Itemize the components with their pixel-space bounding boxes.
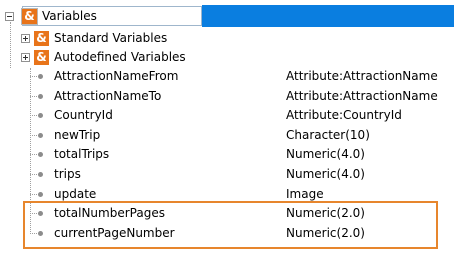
collapse-icon[interactable]	[5, 12, 14, 21]
variable-type: Character(10)	[286, 128, 370, 142]
bullet-icon	[38, 172, 43, 177]
variable-row[interactable]: newTrip Character(10)	[0, 126, 454, 145]
variable-row[interactable]: AttractionNameTo Attribute:AttractionName	[0, 87, 454, 106]
bullet-icon	[38, 113, 43, 118]
variable-name: totalTrips	[54, 147, 110, 161]
bullet-icon	[38, 192, 43, 197]
variable-row[interactable]: CountryId Attribute:CountryId	[0, 106, 454, 125]
bullet-icon	[38, 74, 43, 79]
bullet-icon	[38, 152, 43, 157]
tree-connector	[30, 96, 37, 97]
variable-name: newTrip	[54, 128, 101, 142]
bullet-icon	[38, 94, 43, 99]
tree-connector	[30, 135, 37, 136]
bullet-icon	[38, 133, 43, 138]
ampersand-icon: &	[34, 50, 49, 65]
ampersand-icon: &	[22, 9, 37, 24]
expand-icon[interactable]	[21, 34, 30, 43]
variable-row[interactable]: trips Numeric(4.0)	[0, 165, 454, 184]
variable-name: AttractionNameFrom	[54, 69, 179, 83]
root-row-selection	[202, 5, 454, 27]
variable-name: AttractionNameTo	[54, 89, 162, 103]
highlight-box	[23, 201, 438, 249]
tree-connector	[30, 76, 37, 77]
variable-type: Attribute:CountryId	[286, 108, 402, 122]
tree-connector	[30, 115, 37, 116]
tree-connector	[10, 22, 11, 68]
ampersand-icon: &	[34, 31, 49, 46]
variable-type: Attribute:AttractionName	[286, 69, 438, 83]
group-label-autodefined[interactable]: Autodefined Variables	[54, 48, 186, 67]
tree-connector	[30, 154, 37, 155]
variable-name: trips	[54, 167, 81, 181]
variable-row[interactable]: totalTrips Numeric(4.0)	[0, 145, 454, 164]
group-label-standard[interactable]: Standard Variables	[54, 29, 167, 48]
variable-name: CountryId	[54, 108, 113, 122]
variable-type: Numeric(4.0)	[286, 147, 365, 161]
variable-type: Numeric(4.0)	[286, 167, 365, 181]
tree-connector	[30, 194, 37, 195]
expand-icon[interactable]	[21, 53, 30, 62]
variable-row[interactable]: AttractionNameFrom Attribute:AttractionNa…	[0, 67, 454, 86]
root-label[interactable]: Variables	[42, 7, 97, 26]
tree-connector	[30, 174, 37, 175]
variable-type: Attribute:AttractionName	[286, 89, 438, 103]
